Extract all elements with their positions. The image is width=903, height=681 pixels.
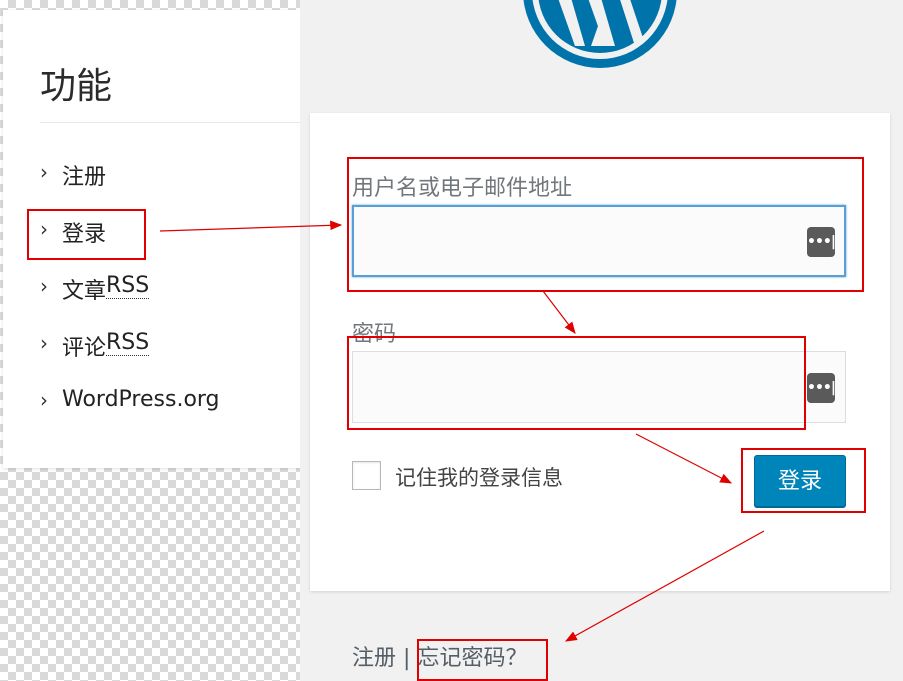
annotation-box-lost-password (417, 639, 548, 681)
rss-abbr[interactable]: RSS (106, 330, 150, 356)
remember-me-checkbox[interactable] (352, 461, 381, 490)
widget-item-comments-rss[interactable]: › 评论 RSS (40, 330, 220, 387)
chevron-right-icon: › (40, 388, 48, 412)
widget-divider (40, 122, 300, 123)
widget-item-label[interactable]: WordPress.org (62, 387, 220, 412)
nav-separator: | (403, 646, 411, 671)
widget-item-entries-rss[interactable]: › 文章 RSS (40, 273, 220, 330)
chevron-right-icon: › (40, 160, 48, 184)
annotation-box-username (347, 157, 864, 292)
widget-item-register[interactable]: › 注册 (40, 159, 220, 216)
widget-title: 功能 (40, 66, 113, 107)
widget-item-wordpress-org[interactable]: › WordPress.org (40, 387, 220, 444)
chevron-right-icon: › (40, 274, 48, 298)
wordpress-logo-icon[interactable] (523, 0, 677, 68)
widget-item-label[interactable]: 注册 (62, 159, 106, 191)
annotation-box-password (347, 336, 806, 430)
chevron-right-icon: › (40, 331, 48, 355)
annotation-box-login-button (741, 448, 866, 513)
password-manager-icon[interactable]: •••| (807, 373, 836, 403)
annotation-box-login-link (27, 209, 146, 260)
rss-abbr[interactable]: RSS (106, 273, 150, 299)
widget-list: › 注册 › 登录 › 文章 RSS › 评论 RSS › WordPress.or… (40, 159, 220, 444)
register-link[interactable]: 注册 (352, 646, 396, 671)
widget-item-label[interactable]: 评论 (62, 330, 106, 362)
remember-me-label[interactable]: 记住我的登录信息 (395, 462, 563, 492)
widget-item-label[interactable]: 文章 (62, 273, 106, 305)
